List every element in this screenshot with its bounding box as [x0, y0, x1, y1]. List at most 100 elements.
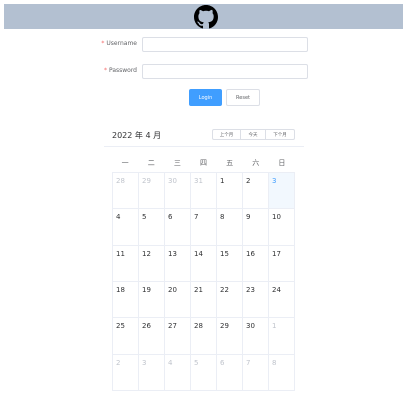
day-number: 5 — [142, 213, 147, 222]
calendar-day[interactable]: 30 — [243, 318, 269, 355]
day-number: 3 — [272, 177, 277, 185]
calendar-day[interactable]: 18 — [113, 281, 139, 319]
calendar-day[interactable]: 5 — [139, 209, 165, 246]
day-number: 29 — [142, 177, 151, 185]
day-number: 15 — [220, 249, 229, 258]
next-month-button[interactable]: 下个月 — [265, 129, 295, 140]
day-number: 4 — [168, 358, 173, 367]
prev-month-button[interactable]: 上个月 — [212, 129, 241, 140]
calendar-grid: 28 29 30 31 1 2 3 4 5 6 7 8 9 10 11 12 13 14 15 16 17 18 19 20 2… — [112, 172, 295, 391]
calendar-day[interactable]: 27 — [165, 318, 191, 355]
calendar-title: 2022 年 4 月 — [112, 131, 162, 140]
day-number: 8 — [272, 358, 277, 367]
calendar-day[interactable]: 3 — [139, 354, 165, 391]
calendar-day[interactable]: 11 — [113, 245, 139, 282]
day-number: 10 — [272, 213, 281, 222]
calendar-divider — [104, 146, 304, 147]
calendar-day[interactable]: 25 — [113, 318, 139, 355]
calendar-day[interactable]: 10 — [269, 209, 295, 246]
day-number: 6 — [220, 358, 225, 367]
calendar-day[interactable]: 17 — [269, 245, 295, 282]
day-number: 13 — [168, 249, 177, 258]
day-number: 19 — [142, 285, 151, 294]
day-number: 9 — [246, 213, 251, 222]
calendar-day[interactable]: 12 — [139, 245, 165, 282]
calendar-day[interactable]: 20 — [165, 281, 191, 319]
login-button[interactable]: Login — [189, 89, 222, 106]
calendar-day[interactable]: 16 — [243, 245, 269, 282]
calendar-day[interactable]: 1 — [217, 173, 243, 210]
day-number: 23 — [246, 285, 255, 294]
day-number: 12 — [142, 249, 151, 258]
calendar-day-today[interactable]: 3 — [269, 173, 295, 210]
calendar-day[interactable]: 14 — [191, 245, 217, 282]
day-number: 7 — [246, 358, 251, 367]
day-number: 25 — [116, 322, 125, 331]
calendar-day[interactable]: 1 — [269, 318, 295, 355]
calendar-day[interactable]: 4 — [165, 354, 191, 391]
day-number: 31 — [194, 177, 203, 185]
day-number: 30 — [168, 177, 177, 185]
weekday-label: 一 — [121, 159, 129, 167]
day-number: 8 — [220, 213, 225, 222]
calendar-day[interactable]: 6 — [217, 354, 243, 391]
calendar-day[interactable]: 24 — [269, 281, 295, 319]
calendar-day[interactable]: 2 — [243, 173, 269, 210]
calendar-day[interactable]: 29 — [217, 318, 243, 355]
calendar-day[interactable]: 23 — [243, 281, 269, 319]
calendar-day[interactable]: 28 — [191, 318, 217, 355]
day-number: 4 — [116, 213, 121, 222]
weekday-header: 一二三四五六日 — [112, 156, 295, 170]
day-number: 3 — [142, 358, 147, 367]
calendar-day[interactable]: 30 — [165, 173, 191, 210]
calendar-day[interactable]: 8 — [269, 354, 295, 391]
username-input[interactable] — [142, 37, 308, 52]
calendar-day[interactable]: 22 — [217, 281, 243, 319]
weekday-label: 三 — [173, 159, 181, 167]
day-number: 2 — [116, 358, 121, 367]
day-number: 1 — [220, 177, 225, 185]
calendar-day[interactable]: 29 — [139, 173, 165, 210]
password-label: * Password — [104, 67, 137, 74]
calendar-day[interactable]: 4 — [113, 209, 139, 246]
day-number: 26 — [142, 322, 151, 331]
calendar-day[interactable]: 2 — [113, 354, 139, 391]
weekday-label: 五 — [226, 159, 234, 167]
calendar-day[interactable]: 7 — [243, 354, 269, 391]
day-number: 6 — [168, 213, 173, 222]
weekday-label: 六 — [252, 159, 260, 167]
password-row: * Password — [0, 63, 405, 83]
calendar-day[interactable]: 8 — [217, 209, 243, 246]
day-number: 22 — [220, 285, 229, 294]
day-number: 1 — [272, 322, 277, 331]
today-button[interactable]: 今天 — [240, 129, 266, 140]
day-number: 28 — [116, 177, 125, 185]
calendar-day[interactable]: 13 — [165, 245, 191, 282]
github-icon[interactable] — [194, 5, 218, 29]
header-bar — [4, 4, 403, 29]
calendar-day[interactable]: 31 — [191, 173, 217, 210]
weekday-label: 四 — [199, 159, 207, 167]
username-row: * Username — [0, 36, 405, 56]
username-label: * Username — [101, 40, 137, 47]
day-number: 24 — [272, 285, 281, 294]
calendar-day[interactable]: 5 — [191, 354, 217, 391]
calendar-day[interactable]: 19 — [139, 281, 165, 319]
day-number: 5 — [194, 358, 199, 367]
reset-button[interactable]: Reset — [226, 89, 260, 106]
calendar-day[interactable]: 6 — [165, 209, 191, 246]
calendar-day[interactable]: 7 — [191, 209, 217, 246]
calendar-day[interactable]: 21 — [191, 281, 217, 319]
password-label-text: Password — [108, 67, 137, 74]
day-number: 14 — [194, 249, 203, 258]
day-number: 20 — [168, 285, 177, 294]
calendar-day[interactable]: 9 — [243, 209, 269, 246]
calendar-day[interactable]: 28 — [113, 173, 139, 210]
day-number: 2 — [246, 177, 251, 185]
password-input[interactable] — [142, 64, 308, 79]
required-mark: * — [101, 40, 105, 47]
weekday-label: 二 — [147, 159, 155, 167]
required-mark: * — [103, 67, 107, 74]
calendar-day[interactable]: 15 — [217, 245, 243, 282]
calendar-day[interactable]: 26 — [139, 318, 165, 355]
